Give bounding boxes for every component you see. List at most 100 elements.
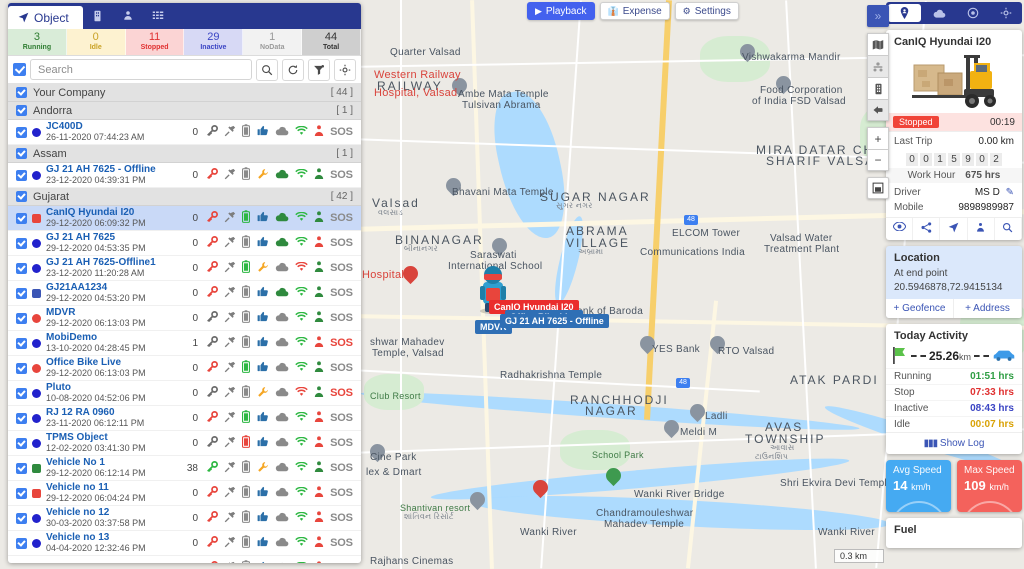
table-row[interactable]: TPMS Object 12-02-2020 03:41:30 PM 0 SOS: [8, 431, 361, 456]
ignition-key-icon[interactable]: [206, 560, 218, 563]
map-vehicle-marker[interactable]: GJ 21 AH 7625 - Offline: [500, 314, 609, 328]
status-counter-inactive[interactable]: 29 Inactive: [184, 29, 244, 55]
battery-icon[interactable]: [242, 510, 251, 526]
battery-icon[interactable]: [242, 560, 251, 563]
cloud-icon[interactable]: [275, 237, 289, 250]
group-header[interactable]: Your Company [ 44 ]: [8, 84, 361, 102]
ignition-key-icon[interactable]: [206, 535, 219, 551]
table-row[interactable]: Vehicle no 13 04-04-2020 12:32:46 PM 0 SOS: [8, 531, 361, 556]
cloud-icon[interactable]: [275, 537, 289, 550]
status-counter-idle[interactable]: 0 Idle: [66, 29, 126, 55]
wrench-icon[interactable]: [257, 461, 269, 476]
row-checkbox[interactable]: [16, 412, 27, 424]
table-row[interactable]: Vehicle no 11 29-12-2020 06:04:24 PM 0 SOS: [8, 481, 361, 506]
ignition-key-icon[interactable]: [206, 435, 219, 451]
person-icon[interactable]: [314, 210, 324, 226]
settings-button[interactable]: ⚙ Settings: [674, 2, 739, 20]
person-icon[interactable]: [314, 535, 324, 551]
person-icon[interactable]: [314, 510, 324, 526]
row-checkbox[interactable]: [16, 212, 27, 224]
battery-icon[interactable]: [242, 460, 251, 476]
zoom-out-button[interactable]: −: [867, 149, 889, 171]
ignition-key-icon[interactable]: [206, 235, 219, 251]
tab-people[interactable]: [113, 3, 143, 29]
row-checkbox[interactable]: [16, 169, 27, 181]
row-checkbox[interactable]: [16, 487, 27, 499]
battery-icon[interactable]: [242, 210, 251, 226]
battery-icon[interactable]: [242, 385, 251, 401]
battery-icon[interactable]: [242, 285, 251, 301]
zoom-in-button[interactable]: +: [867, 127, 889, 149]
row-checkbox[interactable]: [16, 362, 27, 374]
cloud-icon[interactable]: [275, 387, 289, 400]
show-log-button[interactable]: ▮▮▮ Show Log: [886, 432, 1022, 454]
wifi-icon[interactable]: [295, 561, 308, 563]
tab-settings[interactable]: [989, 2, 1022, 24]
sos-button[interactable]: SOS: [330, 212, 353, 224]
table-row[interactable]: GJ 21 AH 7625-Offline1 23-12-2020 11:20:2…: [8, 256, 361, 281]
cloud-icon[interactable]: [275, 262, 289, 275]
battery-icon[interactable]: [242, 167, 251, 183]
person-icon[interactable]: [314, 410, 324, 426]
wifi-icon[interactable]: [295, 536, 308, 550]
thumb-up-icon[interactable]: [257, 336, 269, 350]
person-icon[interactable]: [314, 310, 324, 326]
sos-button[interactable]: SOS: [330, 537, 353, 549]
thumb-up-icon[interactable]: [257, 236, 269, 250]
zoom-icon[interactable]: [995, 218, 1022, 240]
person-icon[interactable]: [314, 485, 324, 501]
battery-icon[interactable]: [242, 124, 251, 140]
plug-icon[interactable]: [224, 486, 236, 501]
sos-button[interactable]: SOS: [330, 237, 353, 249]
navigate-icon[interactable]: [940, 218, 968, 240]
person-icon[interactable]: [314, 360, 324, 376]
battery-icon[interactable]: [242, 535, 251, 551]
person-icon[interactable]: [314, 167, 324, 183]
cloud-icon[interactable]: [275, 462, 289, 475]
plug-icon[interactable]: [224, 125, 236, 140]
building-icon[interactable]: [867, 77, 889, 99]
ignition-key-icon[interactable]: [206, 210, 219, 226]
marker-tag-icon[interactable]: [867, 99, 889, 121]
sos-button[interactable]: SOS: [330, 312, 353, 324]
thumb-up-icon[interactable]: [257, 436, 269, 450]
wifi-icon[interactable]: [295, 336, 308, 350]
expense-button[interactable]: 👔 Expense: [599, 2, 670, 20]
cloud-icon[interactable]: [275, 362, 289, 375]
wifi-icon[interactable]: [295, 286, 308, 300]
wifi-icon[interactable]: [295, 311, 308, 325]
cloud-icon[interactable]: [275, 562, 289, 563]
person-icon[interactable]: [314, 124, 324, 140]
refresh-icon[interactable]: [282, 58, 304, 81]
wifi-icon[interactable]: [295, 125, 308, 139]
plug-icon[interactable]: [224, 311, 236, 326]
group-checkbox[interactable]: [16, 105, 27, 116]
table-row[interactable]: GJ 21 AH 7625 29-12-2020 04:53:35 PM 0 SOS: [8, 231, 361, 256]
person-icon[interactable]: [314, 435, 324, 451]
sos-button[interactable]: SOS: [330, 362, 353, 374]
group-header[interactable]: Assam [ 1 ]: [8, 145, 361, 163]
sos-button[interactable]: SOS: [330, 562, 353, 563]
thumb-up-icon[interactable]: [257, 561, 269, 563]
wifi-icon[interactable]: [295, 261, 308, 275]
plug-icon[interactable]: [224, 561, 236, 563]
table-row[interactable]: MDVR 29-12-2020 06:13:03 PM 0 SOS: [8, 306, 361, 331]
filter-icon[interactable]: [308, 58, 330, 81]
person-icon[interactable]: [314, 235, 324, 251]
thumb-up-icon[interactable]: [257, 361, 269, 375]
thumb-up-icon[interactable]: [257, 286, 269, 300]
wifi-icon[interactable]: [295, 386, 308, 400]
table-row[interactable]: Pluto 10-08-2020 04:52:06 PM 0 SOS: [8, 381, 361, 406]
status-counter-running[interactable]: 3 Running: [8, 29, 67, 55]
thumb-up-icon[interactable]: [257, 511, 269, 525]
map-layers-icon[interactable]: [867, 33, 889, 55]
table-row[interactable]: Vehicle no 14 0 SOS: [8, 556, 361, 563]
sos-button[interactable]: SOS: [330, 412, 353, 424]
add-address-button[interactable]: + Address: [954, 299, 1022, 318]
table-row[interactable]: GJ21AA1234 29-12-2020 04:53:20 PM 0 SOS: [8, 281, 361, 306]
wifi-icon[interactable]: [295, 486, 308, 500]
status-counter-nodata[interactable]: 1 NoData: [243, 29, 303, 55]
sos-button[interactable]: SOS: [330, 287, 353, 299]
ignition-key-icon[interactable]: [206, 360, 219, 376]
wifi-icon[interactable]: [295, 411, 308, 425]
